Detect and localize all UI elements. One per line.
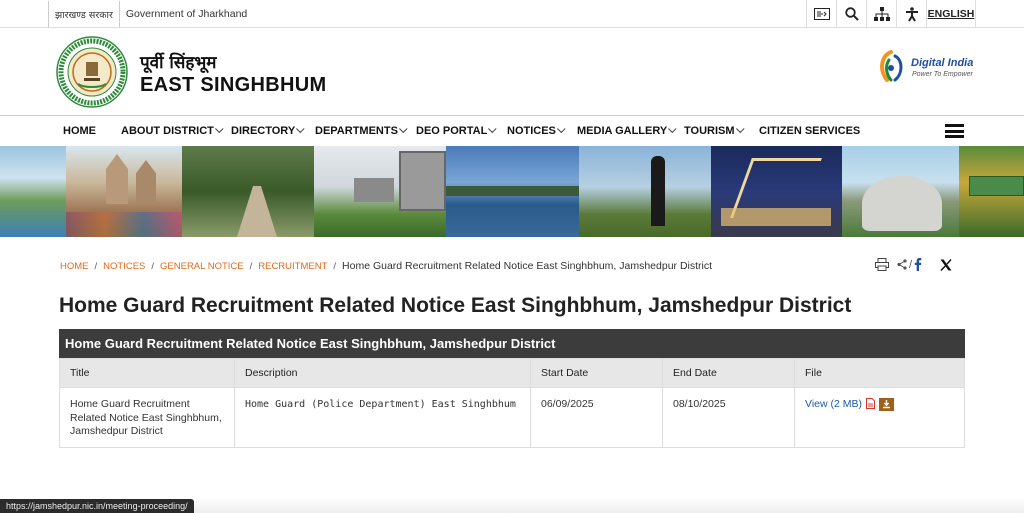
banner-photo-village bbox=[959, 146, 1024, 237]
banner-photo-forest-road bbox=[182, 146, 314, 237]
banner-photo-illuminated-gate bbox=[711, 146, 842, 237]
nav-label: MEDIA GALLERY bbox=[577, 125, 668, 137]
banner-image-strip bbox=[0, 146, 1024, 237]
cell-end-date: 08/10/2025 bbox=[662, 387, 795, 448]
nav-label: NOTICES bbox=[507, 125, 556, 137]
page-bottom-shade bbox=[190, 497, 1024, 513]
chevron-down-icon bbox=[488, 124, 497, 134]
main-navigation: HOME ABOUT DISTRICT DIRECTORY DEPARTMENT… bbox=[0, 116, 1024, 146]
nav-citizen-services[interactable]: CITIZEN SERVICES bbox=[759, 116, 860, 146]
nav-label: DEPARTMENTS bbox=[315, 125, 398, 137]
site-header: पूर्वी सिंहभूम EAST SINGHBHUM Digital In… bbox=[0, 28, 1024, 116]
pdf-icon bbox=[866, 398, 875, 409]
banner-photo-rocks bbox=[842, 146, 959, 237]
chevron-down-icon bbox=[214, 124, 224, 134]
cell-start-date: 06/09/2025 bbox=[530, 387, 663, 448]
breadcrumb-general-notice[interactable]: GENERAL NOTICE bbox=[160, 261, 244, 272]
banner-photo-statue bbox=[579, 146, 711, 237]
nav-tourism[interactable]: TOURISM bbox=[684, 116, 745, 146]
print-icon[interactable] bbox=[875, 258, 889, 271]
nav-notices[interactable]: NOTICES bbox=[507, 116, 566, 146]
x-twitter-icon[interactable] bbox=[940, 258, 952, 271]
utility-tools: ENGLISH bbox=[806, 0, 976, 28]
cell-file: View (2 MB) bbox=[794, 387, 965, 448]
page-title: Home Guard Recruitment Related Notice Ea… bbox=[59, 294, 852, 317]
share-icon[interactable] bbox=[897, 259, 907, 270]
browser-status-bar: https://jamshedpur.nic.in/meeting-procee… bbox=[0, 499, 194, 513]
column-header-file: File bbox=[794, 358, 965, 388]
nav-departments[interactable]: DEPARTMENTS bbox=[315, 116, 408, 146]
breadcrumb-notices[interactable]: NOTICES bbox=[103, 261, 145, 272]
column-header-description: Description bbox=[234, 358, 531, 388]
accessibility-icon[interactable] bbox=[896, 0, 926, 28]
chevron-down-icon bbox=[398, 124, 408, 134]
breadcrumb-current: Home Guard Recruitment Related Notice Ea… bbox=[342, 260, 713, 272]
menu-hamburger-icon[interactable] bbox=[945, 124, 964, 138]
breadcrumb-separator: / bbox=[94, 260, 98, 272]
banner-photo-lake bbox=[446, 146, 579, 237]
cell-title: Home Guard Recruitment Related Notice Ea… bbox=[59, 387, 235, 448]
breadcrumb-separator: / bbox=[333, 260, 337, 272]
site-name-hindi[interactable]: पूर्वी सिंहभूम bbox=[140, 50, 216, 73]
language-toggle[interactable]: ENGLISH bbox=[926, 0, 976, 28]
digital-india-mark-icon bbox=[880, 50, 903, 82]
nav-home[interactable]: HOME bbox=[63, 116, 96, 146]
digital-india-tagline: Power To Empower bbox=[912, 71, 973, 78]
digital-india-logo[interactable]: Digital India Power To Empower bbox=[877, 48, 977, 88]
column-header-title: Title bbox=[59, 358, 235, 388]
nav-label: CITIZEN SERVICES bbox=[759, 125, 861, 137]
chevron-down-icon bbox=[668, 124, 677, 134]
table-caption: Home Guard Recruitment Related Notice Ea… bbox=[59, 329, 965, 358]
nav-label: DEO PORTAL bbox=[416, 125, 488, 137]
chevron-down-icon bbox=[556, 124, 566, 134]
chevron-down-icon bbox=[735, 124, 745, 134]
banner-photo-building bbox=[314, 146, 446, 237]
nav-media-gallery[interactable]: MEDIA GALLERY bbox=[577, 116, 677, 146]
notice-table: Home Guard Recruitment Related Notice Ea… bbox=[59, 329, 965, 448]
nav-label: HOME bbox=[63, 125, 96, 137]
facebook-icon[interactable] bbox=[914, 258, 922, 271]
table-header-row: Title Description Start Date End Date Fi… bbox=[59, 358, 965, 388]
nav-label: ABOUT DISTRICT bbox=[121, 125, 214, 137]
cell-description: Home Guard (Police Department) East Sing… bbox=[234, 387, 531, 448]
nav-deo-portal[interactable]: DEO PORTAL bbox=[416, 116, 497, 146]
gov-english-link[interactable]: Government of Jharkhand bbox=[120, 8, 253, 20]
share-group: / bbox=[897, 258, 922, 271]
share-tools: / bbox=[875, 258, 952, 271]
breadcrumb-separator: / bbox=[151, 260, 155, 272]
chevron-down-icon bbox=[296, 124, 305, 134]
jharkhand-emblem-logo[interactable] bbox=[56, 36, 128, 108]
nav-label: DIRECTORY bbox=[231, 125, 296, 137]
skip-to-content-icon[interactable] bbox=[806, 0, 836, 28]
share-separator: / bbox=[909, 258, 913, 271]
search-icon[interactable] bbox=[836, 0, 866, 28]
nav-label: TOURISM bbox=[684, 125, 735, 137]
nav-directory[interactable]: DIRECTORY bbox=[231, 116, 305, 146]
table-row: Home Guard Recruitment Related Notice Ea… bbox=[59, 387, 965, 448]
column-header-start-date: Start Date bbox=[530, 358, 663, 388]
banner-photo-temple bbox=[66, 146, 182, 237]
gov-hindi-link[interactable]: झारखण्ड सरकार bbox=[49, 8, 119, 21]
banner-photo-water-channel bbox=[0, 146, 66, 237]
digital-india-title: Digital India bbox=[911, 57, 974, 69]
nav-about-district[interactable]: ABOUT DISTRICT bbox=[121, 116, 224, 146]
breadcrumb-separator: / bbox=[249, 260, 253, 272]
government-label: झारखण्ड सरकार Government of Jharkhand bbox=[48, 0, 253, 28]
site-name-english[interactable]: EAST SINGHBHUM bbox=[140, 74, 326, 97]
download-icon[interactable] bbox=[879, 398, 894, 411]
top-utility-bar: झारखण्ड सरकार Government of Jharkhand EN… bbox=[0, 0, 1024, 28]
view-file-link[interactable]: View (2 MB) bbox=[805, 398, 862, 410]
breadcrumb-home[interactable]: HOME bbox=[60, 261, 89, 272]
breadcrumb: HOME / NOTICES / GENERAL NOTICE / RECRUITME… bbox=[60, 260, 712, 272]
breadcrumb-recruitment[interactable]: RECRUITMENT bbox=[258, 261, 327, 272]
sitemap-icon[interactable] bbox=[866, 0, 896, 28]
notice-data-table: Title Description Start Date End Date Fi… bbox=[59, 358, 965, 448]
column-header-end-date: End Date bbox=[662, 358, 795, 388]
